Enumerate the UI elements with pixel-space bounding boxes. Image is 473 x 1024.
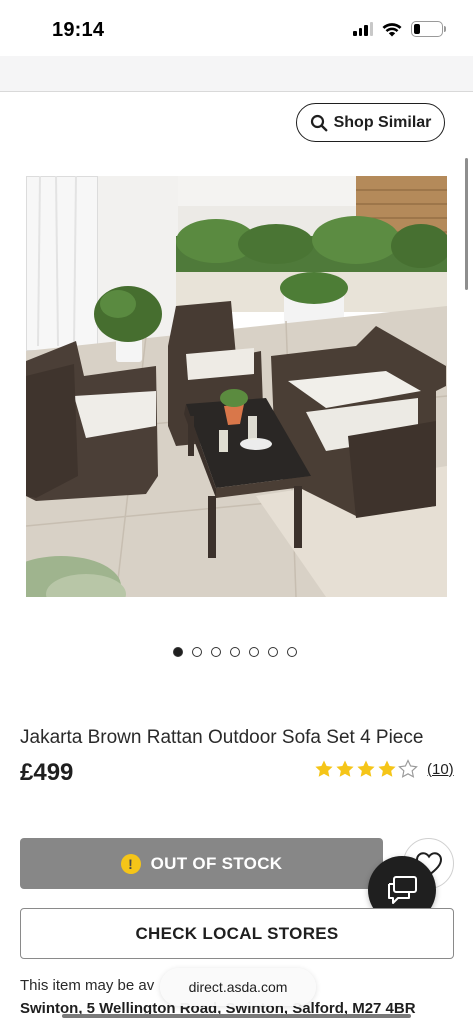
browser-url-bar[interactable]: direct.asda.com bbox=[160, 968, 316, 1006]
star-empty-icon bbox=[398, 759, 418, 778]
shop-similar-button[interactable]: Shop Similar bbox=[296, 103, 445, 142]
battery-level bbox=[414, 24, 420, 34]
star-full-icon bbox=[336, 760, 354, 777]
out-of-stock-button[interactable]: ! OUT OF STOCK bbox=[20, 838, 383, 889]
review-count-link[interactable]: (10) bbox=[427, 761, 454, 778]
url-text: direct.asda.com bbox=[188, 979, 288, 995]
carousel-dot-6[interactable] bbox=[268, 647, 278, 657]
cellular-signal-icon bbox=[353, 22, 373, 36]
home-indicator[interactable] bbox=[62, 1014, 411, 1018]
carousel-dot-5[interactable] bbox=[249, 647, 259, 657]
product-image[interactable] bbox=[26, 176, 447, 597]
carousel-dots bbox=[173, 647, 297, 657]
scrollbar-thumb[interactable] bbox=[465, 158, 468, 290]
warning-icon: ! bbox=[120, 853, 141, 874]
star-full-icon bbox=[378, 760, 396, 777]
wifi-icon bbox=[382, 22, 402, 36]
carousel-dot-7[interactable] bbox=[287, 647, 297, 657]
status-icons bbox=[353, 21, 446, 37]
status-time: 19:14 bbox=[52, 19, 105, 41]
carousel-dot-3[interactable] bbox=[211, 647, 221, 657]
carousel-dot-2[interactable] bbox=[192, 647, 202, 657]
chat-bubbles-icon bbox=[388, 876, 417, 904]
carousel-dot-4[interactable] bbox=[230, 647, 240, 657]
availability-text: This item may be av bbox=[20, 977, 155, 994]
out-of-stock-label: OUT OF STOCK bbox=[150, 853, 283, 873]
shop-similar-label: Shop Similar bbox=[333, 113, 432, 131]
product-price: £499 bbox=[20, 759, 74, 786]
star-full-icon bbox=[315, 760, 333, 777]
browser-header-band bbox=[0, 56, 473, 92]
status-bar: 19:14 bbox=[0, 0, 473, 56]
check-local-stores-button[interactable]: CHECK LOCAL STORES bbox=[20, 908, 454, 959]
rating-stars[interactable]: (10) bbox=[314, 759, 454, 779]
search-icon bbox=[310, 114, 327, 131]
carousel-dot-1[interactable] bbox=[173, 647, 183, 657]
battery-icon bbox=[411, 21, 446, 37]
product-title: Jakarta Brown Rattan Outdoor Sofa Set 4 … bbox=[20, 727, 424, 748]
star-full-icon bbox=[357, 760, 375, 777]
